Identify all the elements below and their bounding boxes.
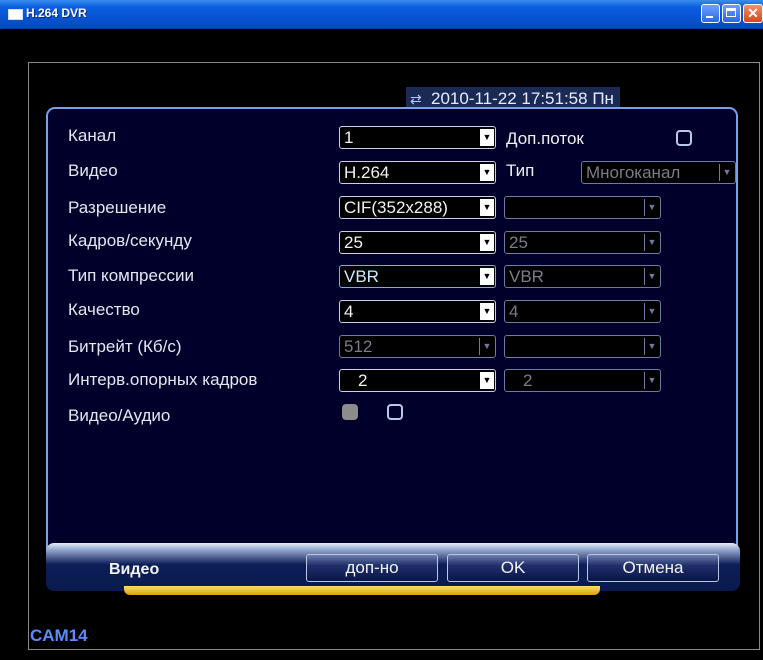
sub-fps-value: 25 bbox=[509, 233, 528, 252]
chevron-down-icon: ▼ bbox=[644, 338, 659, 355]
label-video-audio: Видео/Аудио bbox=[68, 406, 171, 425]
chevron-down-icon: ▼ bbox=[480, 199, 494, 216]
datetime-text: 2010-11-22 17:51:58 Пн bbox=[431, 89, 614, 108]
ok-button[interactable]: OK bbox=[447, 554, 579, 582]
chevron-down-icon: ▼ bbox=[644, 372, 659, 389]
minimize-icon bbox=[706, 16, 713, 18]
chevron-down-icon: ▼ bbox=[644, 199, 659, 216]
close-button[interactable]: ✕ bbox=[743, 4, 763, 23]
chevron-down-icon: ▼ bbox=[644, 268, 659, 285]
camera-label: CAM14 bbox=[30, 626, 88, 645]
iframe-interval-value: 2 bbox=[358, 371, 368, 390]
cancel-button[interactable]: Отмена bbox=[587, 554, 719, 582]
chevron-down-icon: ▼ bbox=[480, 268, 494, 285]
channel-select[interactable]: 1 ▼ bbox=[339, 126, 496, 149]
label-compression: Тип компрессии bbox=[68, 266, 194, 285]
video-audio-sub-checkbox[interactable] bbox=[387, 404, 403, 420]
sub-iframe-interval-select[interactable]: 2 ▼ bbox=[504, 369, 661, 392]
chevron-down-icon: ▼ bbox=[480, 303, 494, 320]
label-resolution: Разрешение bbox=[68, 198, 167, 217]
fps-value: 25 bbox=[344, 233, 363, 252]
label-fps: Кадров/секунду bbox=[68, 231, 192, 250]
bitrate-value: 512 bbox=[344, 337, 373, 356]
maximize-icon bbox=[726, 8, 736, 17]
sub-compression-value: VBR bbox=[509, 267, 544, 286]
sub-fps-select[interactable]: 25 ▼ bbox=[504, 231, 661, 254]
advanced-button[interactable]: доп-но bbox=[306, 554, 438, 582]
sub-quality-select[interactable]: 4 ▼ bbox=[504, 300, 661, 323]
tab-highlight bbox=[124, 586, 600, 595]
label-channel: Канал bbox=[68, 126, 117, 145]
compression-value: VBR bbox=[344, 267, 379, 286]
video-audio-main-checkbox[interactable] bbox=[342, 404, 358, 420]
maximize-button[interactable] bbox=[722, 4, 741, 23]
chevron-down-icon: ▼ bbox=[480, 372, 494, 389]
sub-quality-value: 4 bbox=[509, 302, 519, 321]
chevron-down-icon: ▼ bbox=[480, 234, 494, 251]
iframe-interval-select[interactable]: 2 ▼ bbox=[339, 369, 496, 392]
sub-compression-select[interactable]: VBR ▼ bbox=[504, 265, 661, 288]
channel-value: 1 bbox=[344, 128, 354, 147]
window-title: H.264 DVR bbox=[26, 6, 87, 20]
bitrate-select[interactable]: 512 ▼ bbox=[339, 335, 496, 358]
app-icon bbox=[8, 9, 23, 20]
label-video: Видео bbox=[68, 161, 118, 180]
chevron-down-icon: ▼ bbox=[480, 164, 494, 181]
tab-video[interactable]: Видео bbox=[109, 561, 159, 579]
resolution-select[interactable]: CIF(352x288) ▼ bbox=[339, 196, 496, 219]
compression-select[interactable]: VBR ▼ bbox=[339, 265, 496, 288]
chevron-down-icon: ▼ bbox=[480, 129, 494, 146]
chevron-down-icon: ▼ bbox=[644, 234, 659, 251]
extra-stream-label: Доп.поток bbox=[506, 129, 584, 148]
label-iframe-interval: Интерв.опорных кадров bbox=[68, 370, 258, 389]
sub-bitrate-select[interactable]: ▼ bbox=[504, 335, 661, 358]
quality-value: 4 bbox=[344, 302, 354, 321]
extra-type-value: Многоканал bbox=[586, 163, 681, 182]
video-codec-value: H.264 bbox=[344, 163, 390, 182]
extra-type-select[interactable]: Многоканал ▼ bbox=[581, 161, 736, 184]
chevron-down-icon: ▼ bbox=[644, 303, 659, 320]
type-label: Тип bbox=[506, 161, 535, 180]
fps-select[interactable]: 25 ▼ bbox=[339, 231, 496, 254]
close-icon: ✕ bbox=[747, 5, 759, 21]
window-title-bar[interactable]: H.264 DVR ✕ bbox=[0, 0, 763, 29]
resolution-value: CIF(352x288) bbox=[344, 198, 448, 217]
extra-stream-checkbox[interactable] bbox=[676, 130, 692, 146]
label-bitrate: Битрейт (Кб/с) bbox=[68, 337, 182, 356]
label-quality: Качество bbox=[68, 300, 140, 319]
sub-iframe-interval-value: 2 bbox=[523, 371, 533, 390]
video-codec-select[interactable]: H.264 ▼ bbox=[339, 161, 496, 184]
chevron-down-icon: ▼ bbox=[719, 164, 734, 181]
sub-resolution-select[interactable]: ▼ bbox=[504, 196, 661, 219]
quality-select[interactable]: 4 ▼ bbox=[339, 300, 496, 323]
minimize-button[interactable] bbox=[701, 4, 720, 23]
chevron-down-icon: ▼ bbox=[479, 338, 494, 355]
